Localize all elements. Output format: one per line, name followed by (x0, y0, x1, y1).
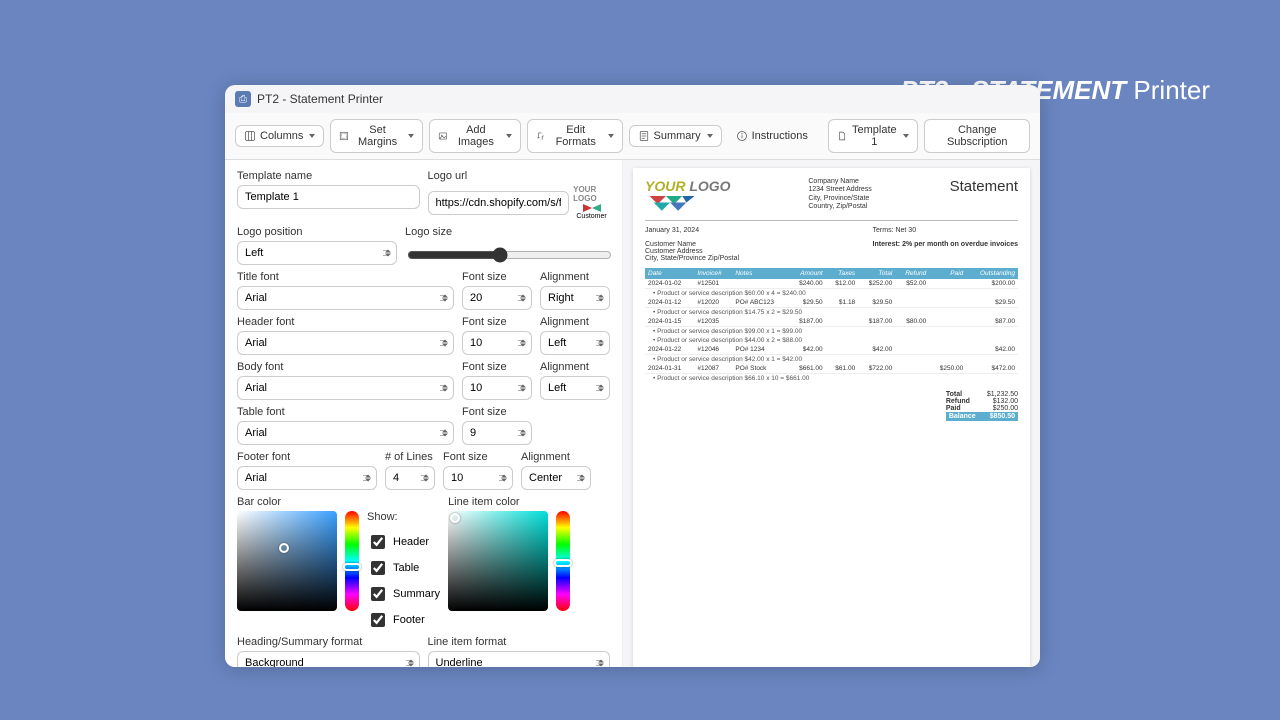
table-row: 2024-01-22#12046PO# 1234$42.00$42.00$42.… (645, 345, 1018, 355)
summary-button[interactable]: Summary (629, 125, 722, 147)
app-title: PT2 - Statement Printer (257, 92, 383, 106)
logo-pos-select[interactable]: Left (237, 241, 397, 265)
show-footer-checkbox[interactable] (371, 613, 385, 627)
company-addr: Company Name1234 Street AddressCity, Pro… (808, 178, 871, 212)
statement-preview: YOUR LOGO Company Name1234 Street Addres… (633, 168, 1030, 667)
margins-icon (339, 130, 349, 142)
table-row: 2024-01-15#12035$187.00$187.00$80.00$87.… (645, 317, 1018, 327)
images-button[interactable]: Add Images (429, 119, 521, 153)
bar-color-label: Bar color (237, 496, 440, 508)
summary-icon (638, 130, 650, 142)
bar-hue-slider[interactable] (345, 511, 359, 611)
title-font-select[interactable]: Arial (237, 286, 454, 310)
chevron-down-icon (608, 134, 614, 138)
columns-icon (244, 130, 256, 142)
margins-button[interactable]: Set Margins (330, 119, 422, 153)
title-size-label: Font size (462, 271, 532, 283)
interest: Interest: 2% per month on overdue invoic… (873, 241, 1018, 248)
image-icon (438, 130, 448, 142)
bar-color-picker[interactable] (237, 511, 337, 611)
table-font-select[interactable]: Arial (237, 421, 454, 445)
chevron-down-icon (408, 134, 414, 138)
preview-panel: YOUR LOGO Company Name1234 Street Addres… (623, 160, 1040, 667)
header-font-label: Header font (237, 316, 454, 328)
title-align-select[interactable]: Right (540, 286, 610, 310)
footer-font-label: Footer font (237, 451, 377, 463)
app-icon: ⎙ (235, 91, 251, 107)
terms: Terms: Net 30 (873, 227, 1018, 234)
totals: Total$1,232.50 Refund$132.00 Paid$250.00… (946, 391, 1018, 421)
table-row: 2024-01-12#12020PO# ABC123$29.50$1.18$29… (645, 298, 1018, 308)
table-font-label: Table font (237, 406, 454, 418)
logo-url-input[interactable] (428, 191, 570, 215)
statement-table: DateInvoice#NotesAmountTaxesTotalRefundP… (645, 268, 1018, 383)
chevron-down-icon (903, 134, 909, 138)
line-color-picker[interactable] (448, 511, 548, 611)
table-row: 2024-01-31#12087PO# Stock$661.00$61.00$7… (645, 364, 1018, 374)
columns-button[interactable]: Columns (235, 125, 324, 147)
line-fmt-label: Line item format (428, 636, 611, 648)
template-name-input[interactable] (237, 185, 420, 209)
header-size-label: Font size (462, 316, 532, 328)
footer-lines-label: # of Lines (385, 451, 435, 463)
footer-font-select[interactable]: Arial (237, 466, 377, 490)
chevron-down-icon (506, 134, 512, 138)
format-icon (536, 130, 546, 142)
chevron-down-icon (707, 134, 713, 138)
body-font-label: Body font (237, 361, 454, 373)
body-size-select[interactable]: 10 (462, 376, 532, 400)
show-header-checkbox[interactable] (371, 535, 385, 549)
line-color-label: Line item color (448, 496, 610, 508)
show-header-label: Header (393, 536, 429, 548)
logo-pos-label: Logo position (237, 226, 397, 238)
show-label: Show: (367, 511, 440, 523)
statement-date: January 31, 2024 (645, 227, 739, 234)
info-icon (736, 130, 748, 142)
heading-fmt-label: Heading/Summary format (237, 636, 420, 648)
body-align-label: Alignment (540, 361, 610, 373)
show-table-label: Table (393, 562, 419, 574)
formats-button[interactable]: Edit Formats (527, 119, 622, 153)
title-font-label: Title font (237, 271, 454, 283)
footer-size-select[interactable]: 10 (443, 466, 513, 490)
toolbar: Columns Set Margins Add Images Edit Form… (225, 113, 1040, 160)
heading-fmt-select[interactable]: Background (237, 651, 420, 667)
instructions-button[interactable]: Instructions (728, 126, 816, 146)
titlebar: ⎙ PT2 - Statement Printer (225, 85, 1040, 113)
title-size-select[interactable]: 20 (462, 286, 532, 310)
subscription-button[interactable]: Change Subscription (924, 119, 1030, 153)
line-fmt-select[interactable]: Underline (428, 651, 611, 667)
logo-size-slider[interactable] (407, 247, 612, 263)
show-summary-checkbox[interactable] (371, 587, 385, 601)
body-size-label: Font size (462, 361, 532, 373)
table-size-label: Font size (462, 406, 532, 418)
logo-preview: YOUR LOGOCustomer (573, 185, 610, 220)
line-hue-slider[interactable] (556, 511, 570, 611)
template-name-label: Template name (237, 170, 420, 182)
show-table-checkbox[interactable] (371, 561, 385, 575)
table-row: 2024-01-02#12501$240.00$12.00$252.00$52.… (645, 279, 1018, 289)
header-align-label: Alignment (540, 316, 610, 328)
header-font-select[interactable]: Arial (237, 331, 454, 355)
body-font-select[interactable]: Arial (237, 376, 454, 400)
template-select[interactable]: Template 1 (828, 119, 919, 153)
table-size-select[interactable]: 9 (462, 421, 532, 445)
settings-panel: Template name Logo url YOUR LOGOCustomer… (225, 160, 623, 667)
header-align-select[interactable]: Left (540, 331, 610, 355)
show-summary-label: Summary (393, 588, 440, 600)
statement-title: Statement (950, 178, 1018, 195)
logo-url-label: Logo url (428, 170, 611, 182)
document-icon (837, 130, 847, 142)
logo-size-label: Logo size (405, 226, 610, 238)
footer-align-label: Alignment (521, 451, 591, 463)
app-window: ⎙ PT2 - Statement Printer Columns Set Ma… (225, 85, 1040, 667)
footer-size-label: Font size (443, 451, 513, 463)
show-footer-label: Footer (393, 614, 425, 626)
title-align-label: Alignment (540, 271, 610, 283)
preview-logo: YOUR LOGO (645, 178, 731, 214)
footer-align-select[interactable]: Center (521, 466, 591, 490)
body-align-select[interactable]: Left (540, 376, 610, 400)
chevron-down-icon (309, 134, 315, 138)
header-size-select[interactable]: 10 (462, 331, 532, 355)
